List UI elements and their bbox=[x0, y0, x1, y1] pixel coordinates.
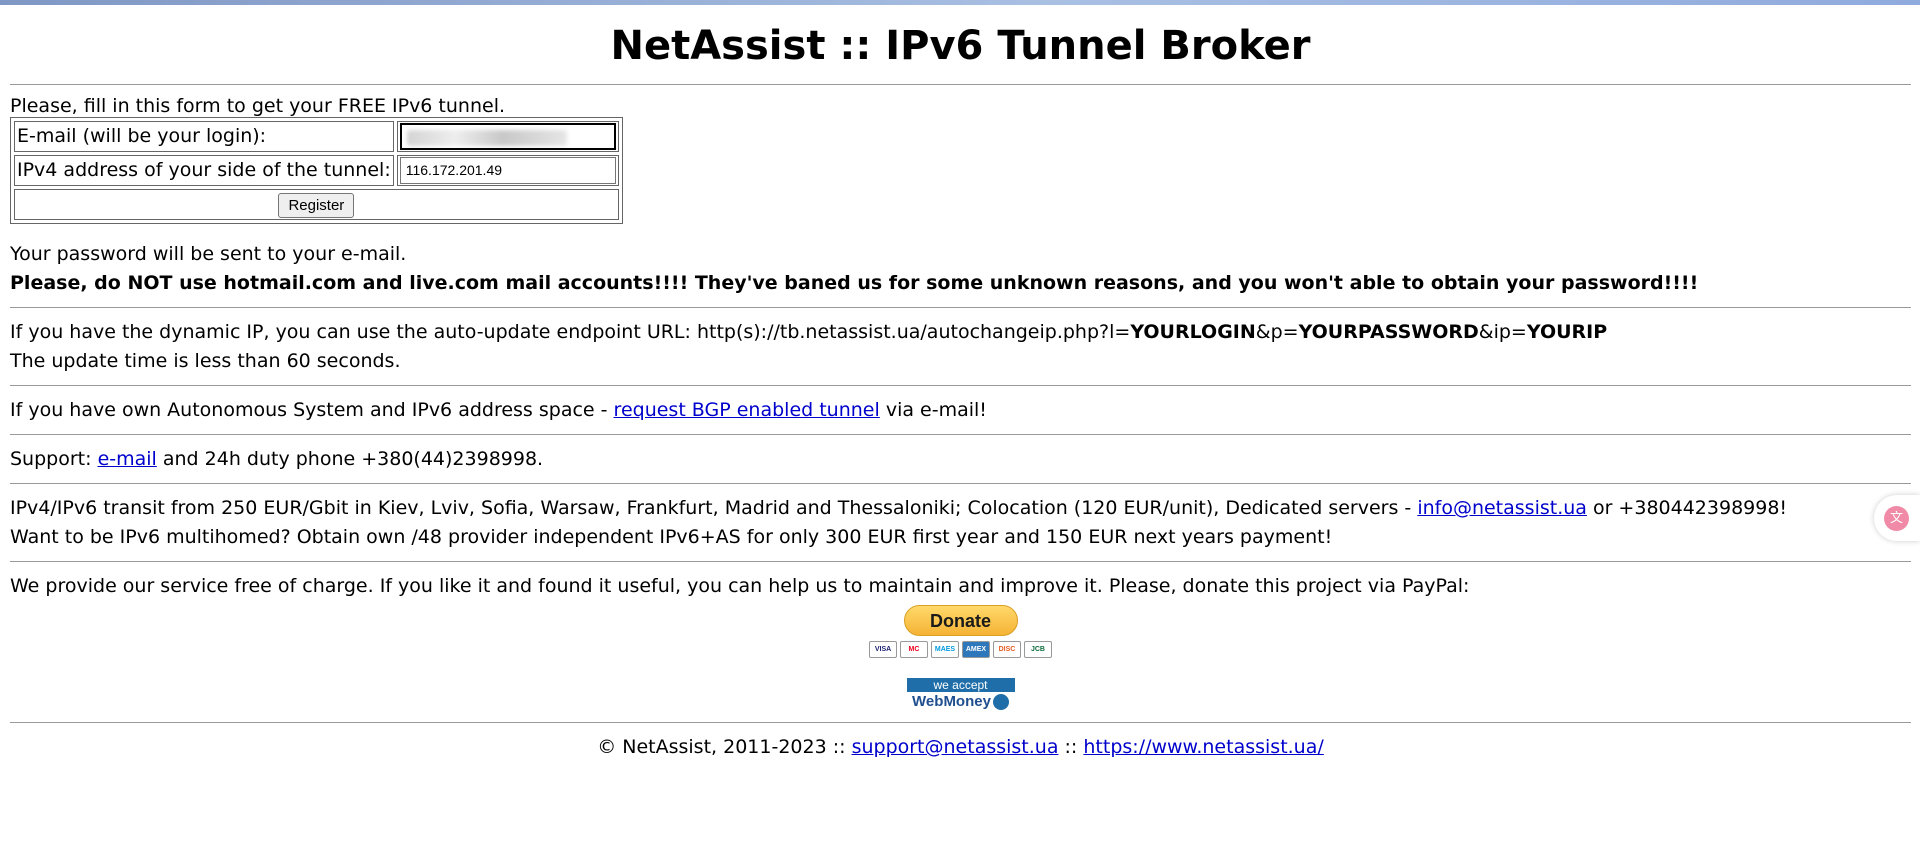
webmoney-logo: WebMoney bbox=[907, 692, 1015, 712]
info-email-link[interactable]: info@netassist.ua bbox=[1417, 497, 1587, 519]
donate-text: We provide our service free of charge. I… bbox=[10, 575, 1470, 597]
paypal-block: Donate VISA MC MAES AMEX DISC JCB we acc… bbox=[10, 605, 1911, 712]
webmoney-badge[interactable]: we accept WebMoney bbox=[906, 678, 1015, 712]
form-intro: Please, fill in this form to get your FR… bbox=[10, 95, 506, 117]
page-title: NetAssist :: IPv6 Tunnel Broker bbox=[610, 23, 1311, 69]
page-content: NetAssist :: IPv6 Tunnel Broker Please, … bbox=[10, 5, 1911, 771]
footer-separator: :: bbox=[1058, 736, 1084, 758]
transit-text: IPv4/IPv6 transit from 250 EUR/Gbit in K… bbox=[10, 497, 1418, 519]
email-value-blurred bbox=[406, 130, 567, 147]
bgp-section: If you have own Autonomous System and IP… bbox=[10, 386, 1911, 434]
mail-warning: Please, do NOT use hotmail.com and live.… bbox=[10, 272, 1699, 294]
p-param-label: &p= bbox=[1255, 321, 1299, 343]
ipv4-label: IPv4 address of your side of the tunnel: bbox=[14, 155, 394, 186]
ip-param: YOURIP bbox=[1526, 321, 1608, 343]
transit-line: IPv4/IPv6 transit from 250 EUR/Gbit in K… bbox=[10, 494, 1911, 523]
donate-section: We provide our service free of charge. I… bbox=[10, 562, 1911, 722]
email-label: E-mail (will be your login): bbox=[14, 121, 394, 152]
jcb-icon: JCB bbox=[1024, 641, 1052, 658]
login-param: YOURLOGIN bbox=[1130, 321, 1256, 343]
register-cell: Register bbox=[14, 189, 619, 220]
dynamic-ip-prefix: If you have the dynamic IP, you can use … bbox=[10, 321, 1131, 343]
registration-section: Please, fill in this form to get your FR… bbox=[10, 85, 1911, 224]
website-link[interactable]: https://www.netassist.ua/ bbox=[1083, 736, 1323, 758]
transit-section: IPv4/IPv6 transit from 250 EUR/Gbit in K… bbox=[10, 484, 1911, 561]
transit-suffix: or +380442398998! bbox=[1586, 497, 1788, 519]
webmoney-accept-label: we accept bbox=[906, 678, 1015, 692]
password-notice-text: Your password will be sent to your e-mai… bbox=[10, 243, 407, 265]
translate-icon: 文 bbox=[1884, 506, 1909, 531]
email-field[interactable] bbox=[399, 123, 616, 150]
dynamic-ip-section: If you have the dynamic IP, you can use … bbox=[10, 308, 1911, 385]
support-email-link[interactable]: e-mail bbox=[98, 448, 157, 470]
dynamic-ip-text: If you have the dynamic IP, you can use … bbox=[10, 318, 1911, 347]
paypal-donate-button[interactable]: Donate bbox=[903, 605, 1018, 636]
footer: © NetAssist, 2011-2023 :: support@netass… bbox=[10, 723, 1911, 771]
support-footer-link[interactable]: support@netassist.ua bbox=[852, 736, 1059, 758]
bgp-suffix: via e-mail! bbox=[879, 399, 987, 421]
register-button[interactable]: Register bbox=[278, 193, 355, 218]
globe-icon bbox=[992, 694, 1009, 711]
mastercard-icon: MC bbox=[900, 641, 928, 658]
support-prefix: Support: bbox=[10, 448, 98, 470]
amex-icon: AMEX bbox=[962, 641, 990, 658]
ip-param-label: &ip= bbox=[1478, 321, 1527, 343]
multihomed-text: Want to be IPv6 multihomed? Obtain own /… bbox=[10, 526, 1333, 548]
password-notice: Your password will be sent to your e-mai… bbox=[10, 224, 1911, 307]
bgp-tunnel-link[interactable]: request BGP enabled tunnel bbox=[614, 399, 880, 421]
support-section: Support: e-mail and 24h duty phone +380(… bbox=[10, 435, 1911, 483]
discover-icon: DISC bbox=[993, 641, 1021, 658]
support-suffix: and 24h duty phone +380(44)2398998. bbox=[156, 448, 544, 470]
webmoney-label: WebMoney bbox=[912, 693, 991, 710]
ipv4-cell: 116.172.201.49 bbox=[396, 155, 619, 186]
translate-widget[interactable]: 文 bbox=[1874, 495, 1920, 541]
registration-form: E-mail (will be your login): IPv4 addres… bbox=[10, 117, 623, 224]
copyright-text: © NetAssist, 2011-2023 :: bbox=[597, 736, 852, 758]
ipv4-field[interactable]: 116.172.201.49 bbox=[399, 157, 616, 184]
update-time-text: The update time is less than 60 seconds. bbox=[10, 350, 401, 372]
bgp-prefix: If you have own Autonomous System and IP… bbox=[10, 399, 614, 421]
card-logos: VISA MC MAES AMEX DISC JCB bbox=[10, 641, 1911, 658]
email-cell bbox=[396, 121, 619, 152]
visa-icon: VISA bbox=[869, 641, 897, 658]
maestro-icon: MAES bbox=[931, 641, 959, 658]
password-param: YOURPASSWORD bbox=[1298, 321, 1479, 343]
